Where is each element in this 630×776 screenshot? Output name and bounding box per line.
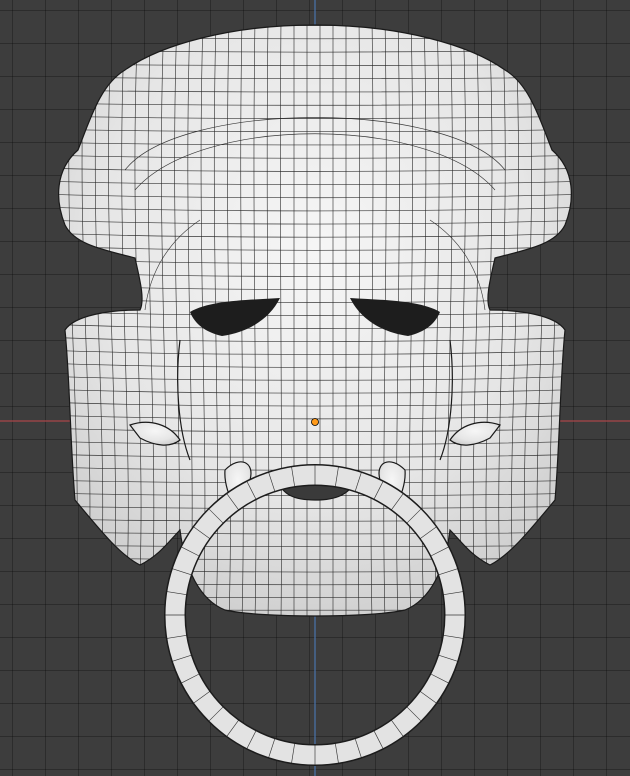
wire-vertical: [562, 25, 572, 616]
mask-mesh[interactable]: [40, 20, 590, 620]
wire-vertical: [68, 25, 78, 616]
object-origin-dot[interactable]: [311, 418, 319, 426]
wire-vertical: [332, 25, 334, 616]
3d-viewport[interactable]: [0, 0, 630, 776]
wire-vertical: [293, 25, 295, 616]
wire-vertical: [58, 25, 65, 616]
viewport-canvas[interactable]: [0, 0, 630, 776]
